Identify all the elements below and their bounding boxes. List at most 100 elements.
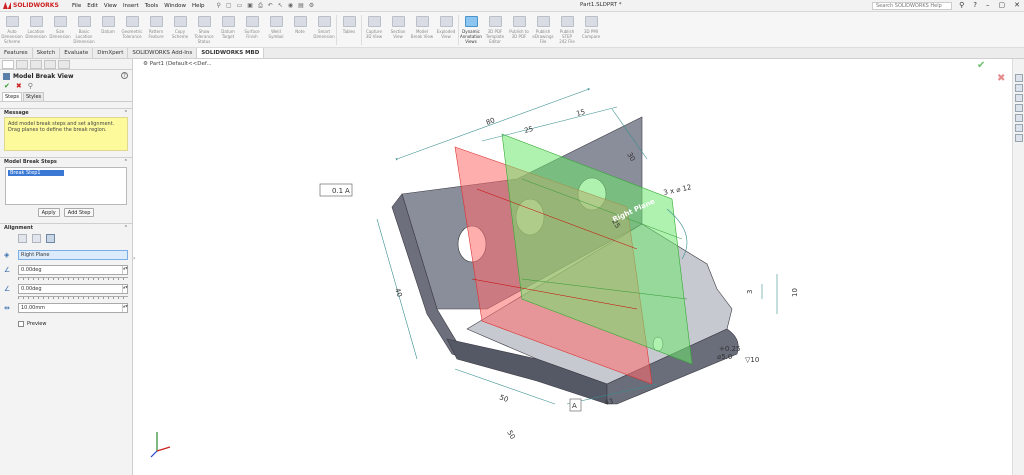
file-explorer-icon[interactable]: [1014, 104, 1023, 112]
ribbon-button-22[interactable]: Publish eDrawings File: [531, 12, 555, 48]
preview-checkbox[interactable]: [18, 321, 24, 327]
feature-manager-tab-icon[interactable]: [2, 60, 14, 69]
dim-50-label[interactable]: 50: [498, 393, 509, 404]
ribbon-button-8[interactable]: Show Tolerance Status: [192, 12, 216, 48]
ribbon-button-18[interactable]: Exploded View: [434, 12, 458, 48]
ribbon-button-24[interactable]: 3D PMI Compare: [579, 12, 603, 48]
dim-10-label[interactable]: 10: [791, 288, 799, 297]
property-manager-tab-icon[interactable]: [16, 60, 28, 69]
ribbon-button-11[interactable]: Weld Symbol: [264, 12, 288, 48]
help-icon[interactable]: ?: [973, 1, 977, 9]
dim-15-label[interactable]: 15: [575, 108, 586, 118]
help-icon[interactable]: ?: [121, 72, 128, 79]
plane-selection-field[interactable]: Right Plane: [18, 250, 128, 260]
align-normal-icon[interactable]: [18, 234, 27, 243]
save-icon[interactable]: ▣: [247, 2, 253, 10]
dim-80-label[interactable]: 80: [485, 116, 496, 127]
menu-view[interactable]: View: [104, 3, 117, 9]
configuration-manager-tab-icon[interactable]: [30, 60, 42, 69]
ribbon-button-10[interactable]: Surface Finish: [240, 12, 264, 48]
ribbon-button-12[interactable]: Note: [288, 12, 312, 48]
appearances-icon[interactable]: [1014, 114, 1023, 122]
ribbon-button-9[interactable]: Datum Target: [216, 12, 240, 48]
tab-5[interactable]: SOLIDWORKS MBD: [197, 48, 265, 58]
angle1-slider[interactable]: [18, 277, 128, 280]
ribbon-button-1[interactable]: Location Dimension: [24, 12, 48, 48]
model-scene[interactable]: 80 25 15 30 25 40 3 10 50 43 3 x ⌀ 12 Ri…: [137, 59, 1008, 475]
help-search-input[interactable]: Search SOLIDWORKS Help: [872, 2, 952, 10]
gap-input[interactable]: 10.00mm ▲▼: [18, 303, 128, 313]
graphics-area[interactable]: 80 25 15 30 25 40 3 10 50 43 3 x ⌀ 12 Ri…: [137, 59, 1008, 475]
hole-depth-label[interactable]: ▽10: [745, 356, 759, 364]
menu-tools[interactable]: Tools: [145, 3, 159, 9]
angle2-spinner[interactable]: ▲▼: [122, 285, 128, 293]
hole-tol-label[interactable]: +0.25: [719, 345, 740, 353]
collapse-icon[interactable]: ⌃: [124, 158, 128, 165]
ribbon-button-6[interactable]: Pattern Feature: [144, 12, 168, 48]
menu-edit[interactable]: Edit: [87, 3, 98, 9]
close-icon[interactable]: ✕: [1014, 1, 1020, 9]
print-icon[interactable]: ⎙: [258, 2, 263, 10]
menu-file[interactable]: File: [72, 3, 81, 9]
solidworks-logo[interactable]: SOLIDWORKS: [0, 0, 62, 12]
tab-1[interactable]: Sketch: [33, 48, 61, 58]
dim-3-label[interactable]: 3: [746, 290, 754, 294]
rebuild-icon[interactable]: ◉: [288, 2, 293, 10]
dim-25a-label[interactable]: 25: [523, 125, 534, 135]
file-properties-icon[interactable]: ▤: [298, 2, 304, 10]
dimxpert-manager-tab-icon[interactable]: [44, 60, 56, 69]
ok-button[interactable]: ✔: [4, 82, 10, 92]
angle1-spinner[interactable]: ▲▼: [122, 266, 128, 274]
dim-50b-label[interactable]: 50: [505, 429, 516, 441]
menu-help[interactable]: Help: [192, 3, 205, 9]
hole-callout-label[interactable]: 3 x ⌀ 12: [663, 183, 692, 197]
ribbon-button-20[interactable]: 3D PDF Template Editor: [483, 12, 507, 48]
align-custom-icon[interactable]: [46, 234, 55, 243]
collapse-icon[interactable]: ⌃: [124, 224, 128, 231]
message-group-header[interactable]: Message ⌃: [0, 108, 132, 116]
align-plane-icon[interactable]: [32, 234, 41, 243]
menu-insert[interactable]: Insert: [123, 3, 139, 9]
ribbon-button-14[interactable]: Tables: [337, 12, 361, 48]
ribbon-button-16[interactable]: Section View: [386, 12, 410, 48]
ribbon-button-3[interactable]: Basic Location Dimension: [72, 12, 96, 48]
ribbon-button-15[interactable]: Capture 3D View: [362, 12, 386, 48]
ribbon-button-23[interactable]: Publish STEP 242 File: [555, 12, 579, 48]
maximize-icon[interactable]: ▢: [999, 1, 1006, 9]
feature-tree-flyout[interactable]: ⚙ Part1 (Default<<Def...: [143, 61, 212, 67]
angle1-input[interactable]: 0.00deg ▲▼: [18, 265, 128, 275]
tab-0[interactable]: Features: [0, 48, 33, 58]
ribbon-button-17[interactable]: Model Break View: [410, 12, 434, 48]
tab-3[interactable]: DimXpert: [93, 48, 129, 58]
break-steps-list[interactable]: Break Step1: [5, 167, 127, 205]
apply-button[interactable]: Apply: [37, 208, 60, 217]
tab-2[interactable]: Evaluate: [60, 48, 94, 58]
tab-styles[interactable]: Styles: [23, 92, 45, 101]
resources-icon[interactable]: [1014, 84, 1023, 92]
custom-properties-icon[interactable]: [1014, 124, 1023, 132]
menu-window[interactable]: Window: [164, 3, 186, 9]
pin-icon[interactable]: ⚲: [217, 2, 221, 10]
list-item[interactable]: Break Step1: [8, 170, 64, 176]
collapse-icon[interactable]: ⌃: [124, 109, 128, 116]
design-library-icon[interactable]: [1014, 94, 1023, 102]
dim-43-label[interactable]: 43: [604, 397, 614, 407]
ribbon-button-21[interactable]: Publish to 3D PDF: [507, 12, 531, 48]
undo-icon[interactable]: ↶: [268, 2, 273, 10]
new-file-icon[interactable]: ▢: [226, 2, 232, 10]
confirm-corner-cancel-icon[interactable]: ✖: [997, 73, 1005, 84]
search-icon[interactable]: ⚲: [959, 1, 964, 9]
select-icon[interactable]: ↖: [278, 2, 283, 10]
ribbon-button-5[interactable]: Geometric Tolerance: [120, 12, 144, 48]
pushpin-icon[interactable]: ⚲: [28, 82, 33, 92]
forum-icon[interactable]: [1014, 134, 1023, 142]
cancel-button[interactable]: ✖: [16, 82, 22, 92]
home-icon[interactable]: [1014, 74, 1023, 82]
ribbon-button-19[interactable]: Dynamic Annotation Views: [459, 12, 483, 48]
open-file-icon[interactable]: ▭: [237, 2, 243, 10]
tab-4[interactable]: SOLIDWORKS Add-Ins: [128, 48, 198, 58]
ribbon-button-4[interactable]: Datum: [96, 12, 120, 48]
minimize-icon[interactable]: –: [986, 1, 990, 9]
confirm-corner-ok-icon[interactable]: ✔: [977, 60, 985, 71]
ribbon-button-0[interactable]: Auto Dimension Scheme: [0, 12, 24, 48]
